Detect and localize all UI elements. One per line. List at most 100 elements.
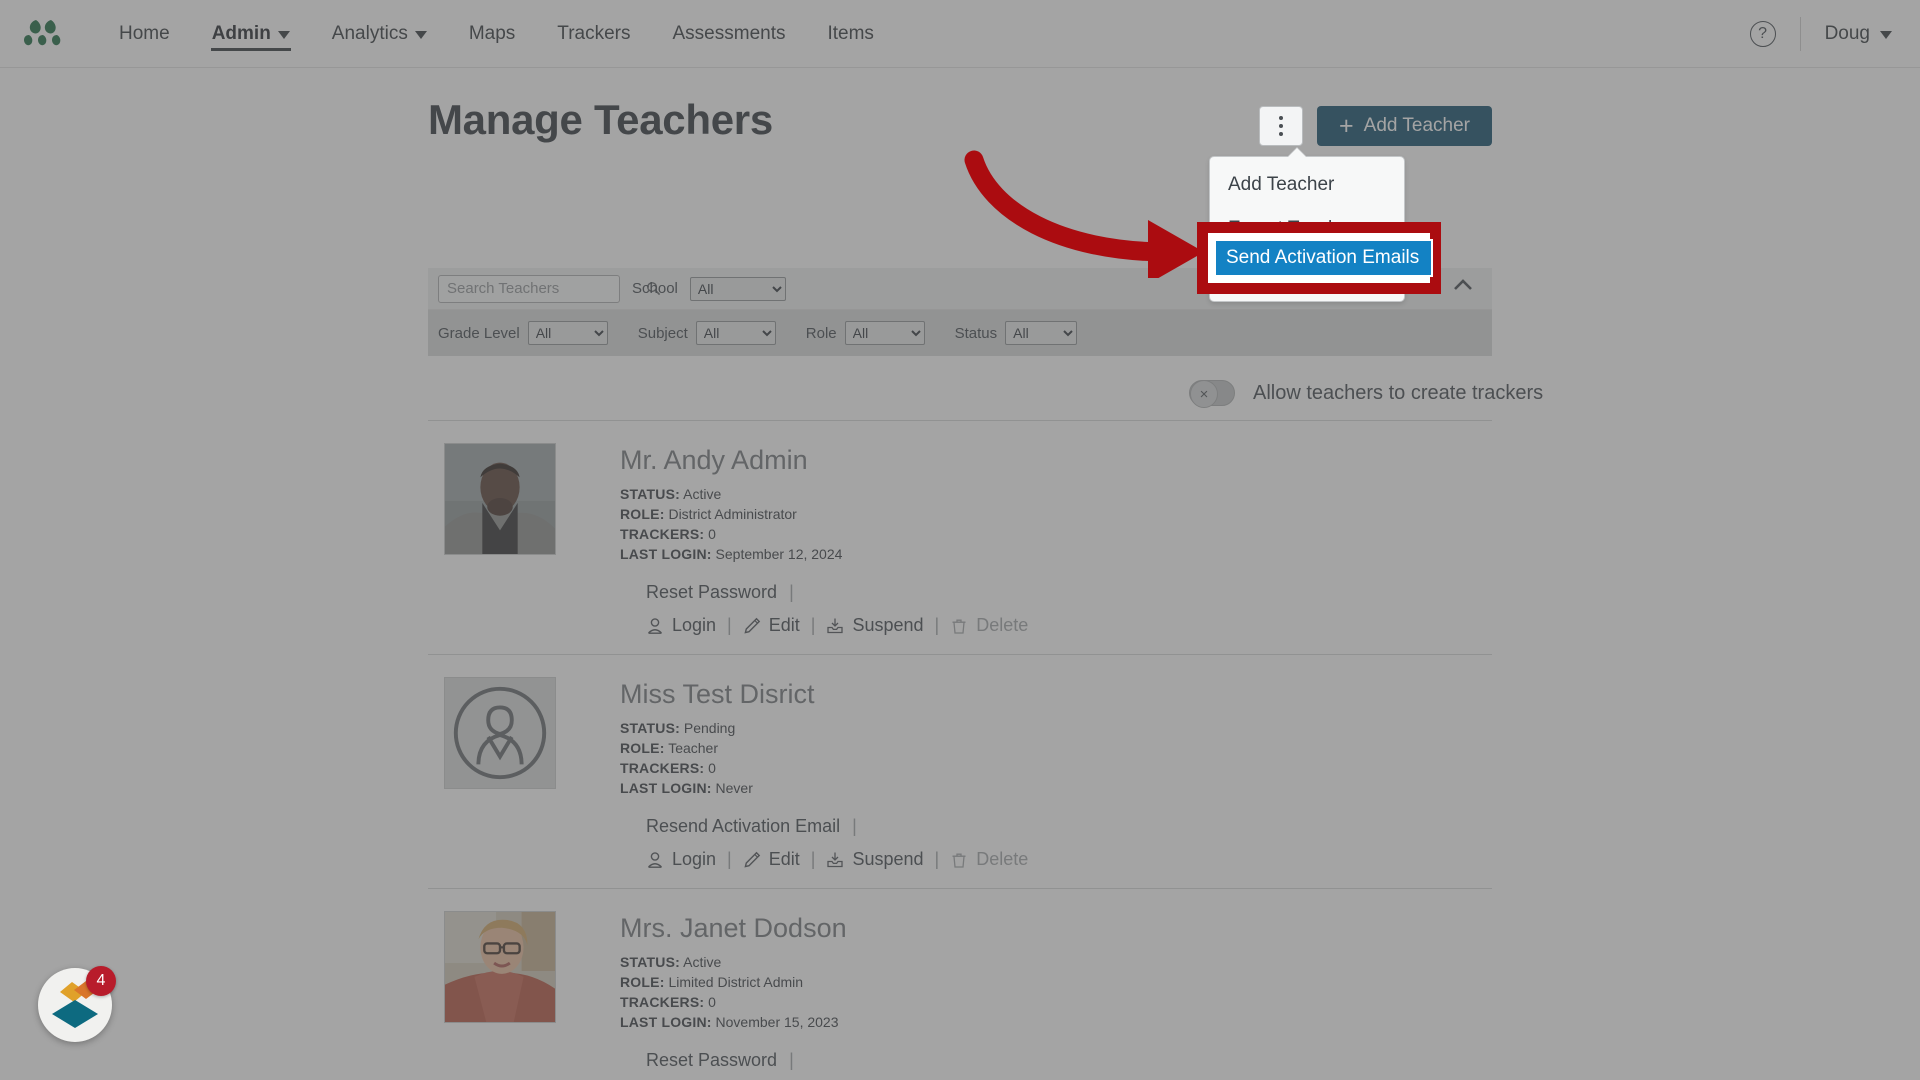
separator: |: [789, 1050, 794, 1070]
last-login-label: LAST LOGIN:: [620, 546, 712, 562]
top-navigation-bar: Home Admin Analytics Maps Trackers Asses…: [0, 0, 1920, 68]
last-login-value: November 15, 2023: [715, 1014, 839, 1030]
add-teacher-button[interactable]: + Add Teacher: [1317, 106, 1492, 146]
role-value: Limited District Admin: [668, 974, 804, 990]
separator: |: [727, 849, 732, 869]
app-logo[interactable]: [22, 18, 80, 50]
separator: |: [789, 582, 794, 602]
status-label: STATUS:: [620, 720, 680, 736]
subject-filter-select[interactable]: All: [695, 321, 776, 345]
page-header-actions: + Add Teacher: [1259, 96, 1492, 146]
teacher-info: Mrs. Janet Dodson STATUS: Active ROLE: L…: [620, 911, 1028, 1080]
trackers-label: TRACKERS:: [620, 526, 705, 542]
delete-action[interactable]: Delete: [950, 615, 1028, 636]
nav-item-items[interactable]: Items: [806, 0, 894, 68]
reset-password-link[interactable]: Reset Password: [646, 1050, 777, 1071]
suspend-action[interactable]: Suspend: [826, 849, 924, 870]
trackers-value: 0: [708, 994, 716, 1010]
delete-label: Delete: [976, 615, 1029, 635]
user-menu-button[interactable]: Doug: [1825, 23, 1892, 45]
nav-item-assessments[interactable]: Assessments: [652, 0, 807, 68]
separator: |: [852, 816, 857, 836]
status-value: Active: [683, 954, 722, 970]
allow-trackers-toggle[interactable]: ×: [1189, 380, 1235, 408]
collapse-filters-button[interactable]: [1452, 274, 1474, 298]
page-header: Manage Teachers + Add Teacher: [428, 96, 1492, 146]
teacher-meta: STATUS: Pending ROLE: Teacher TRACKERS: …: [620, 718, 1028, 798]
role-label: ROLE:: [620, 506, 665, 522]
search-teachers-field[interactable]: [438, 274, 661, 303]
filter-row-secondary: Grade Level All Subject All Role All Sta…: [428, 279, 1492, 356]
search-input[interactable]: [447, 280, 646, 297]
placeholder-person-icon: [445, 678, 555, 788]
person-icon: [648, 617, 662, 634]
edit-action[interactable]: Edit: [743, 849, 800, 870]
avatar-photo-man: [445, 444, 555, 554]
status-label: STATUS:: [620, 486, 680, 502]
plus-icon: +: [1339, 111, 1354, 140]
suspend-label: Suspend: [852, 849, 924, 869]
nav-items: Home Admin Analytics Maps Trackers Asses…: [98, 0, 895, 68]
help-icon[interactable]: ?: [1749, 20, 1776, 47]
avatar: [444, 443, 556, 555]
grade-level-filter-select[interactable]: All: [527, 321, 608, 345]
school-filter-select[interactable]: All: [689, 276, 786, 301]
trash-icon: [952, 619, 966, 634]
edit-action[interactable]: Edit: [743, 615, 800, 636]
teacher-name: Mrs. Janet Dodson: [620, 913, 847, 943]
nav-item-trackers[interactable]: Trackers: [536, 0, 651, 68]
nav-item-analytics[interactable]: Analytics: [311, 0, 448, 68]
avatar: [444, 677, 556, 789]
nav-item-maps[interactable]: Maps: [448, 0, 536, 68]
resend-activation-email-link[interactable]: Resend Activation Email: [646, 816, 840, 837]
teacher-name: Mr. Andy Admin: [620, 445, 808, 475]
trackers-label: TRACKERS:: [620, 994, 705, 1010]
inbox-download-icon: [827, 852, 844, 867]
dot: [1279, 132, 1284, 136]
menu-item-send-activation-emails[interactable]: Send Activation Emails: [1214, 239, 1433, 277]
nav-divider: [1799, 16, 1801, 51]
table-row: Mr. Andy Admin STATUS: Active ROLE: Dist…: [428, 420, 1492, 655]
chevron-down-icon: [414, 31, 427, 39]
role-value: Teacher: [668, 740, 719, 756]
teacher-meta: STATUS: Active ROLE: District Administra…: [620, 484, 1028, 564]
last-login-label: LAST LOGIN:: [620, 1014, 712, 1030]
table-row: Mrs. Janet Dodson STATUS: Active ROLE: L…: [428, 889, 1492, 1080]
last-login-value: September 12, 2024: [715, 546, 843, 562]
separator: |: [934, 615, 940, 635]
chevron-up-icon: [1454, 279, 1472, 290]
separator: |: [934, 849, 940, 869]
nav-right-group: ? Doug: [1749, 16, 1920, 51]
separator: |: [810, 849, 816, 869]
suspend-label: Suspend: [852, 615, 924, 635]
role-filter-select[interactable]: All: [844, 321, 925, 345]
app-window: Home Admin Analytics Maps Trackers Asses…: [0, 0, 1920, 1080]
edit-label: Edit: [768, 615, 800, 635]
login-action[interactable]: Login: [646, 849, 716, 870]
role-label: ROLE:: [620, 974, 665, 990]
nav-item-home[interactable]: Home: [98, 0, 191, 68]
login-action[interactable]: Login: [646, 615, 716, 636]
person-icon: [648, 851, 662, 868]
teacher-info: Miss Test Disrict STATUS: Pending ROLE: …: [620, 677, 1028, 870]
more-options-button[interactable]: [1259, 106, 1304, 146]
reset-password-link[interactable]: Reset Password: [646, 582, 777, 603]
table-row: Miss Test Disrict STATUS: Pending ROLE: …: [428, 655, 1492, 889]
status-value: Active: [683, 486, 722, 502]
grade-level-filter-label: Grade Level: [438, 324, 520, 342]
separator: |: [727, 615, 732, 635]
trackers-value: 0: [708, 526, 716, 542]
subject-filter-label: Subject: [637, 324, 688, 342]
nav-item-admin[interactable]: Admin: [191, 0, 311, 68]
teacher-primary-actions: Reset Password |: [646, 582, 1028, 603]
help-widget[interactable]: 4: [38, 966, 116, 1042]
role-filter-label: Role: [805, 324, 837, 342]
status-filter-select[interactable]: All: [1005, 321, 1078, 345]
teacher-meta: STATUS: Active ROLE: Limited District Ad…: [620, 952, 1028, 1032]
login-label: Login: [672, 849, 717, 869]
suspend-action[interactable]: Suspend: [826, 615, 924, 636]
delete-action[interactable]: Delete: [950, 849, 1028, 870]
login-label: Login: [672, 615, 717, 635]
toggle-knob: ×: [1190, 380, 1218, 408]
allow-trackers-label: Allow teachers to create trackers: [1253, 381, 1544, 404]
